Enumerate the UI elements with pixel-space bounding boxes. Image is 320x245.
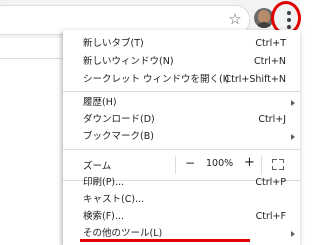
menu-item-new-tab[interactable]: 新しいタブ(T) Ctrl+T [63,35,300,53]
zoom-out-button[interactable]: − [185,156,195,170]
menu-item-shortcut: Ctrl+Shift+N [224,74,286,85]
highlight-underline [80,239,250,242]
fullscreen-corner [279,166,284,170]
menu-item-new-window[interactable]: 新しいウィンドウ(N) Ctrl+N [63,53,300,71]
submenu-arrow-icon [291,100,295,106]
zoom-label: ズーム [83,161,112,172]
zoom-divider [175,156,176,174]
zoom-divider [261,156,262,174]
menu-item-bookmarks[interactable]: ブックマーク(B) [63,128,300,146]
fullscreen-corner [272,166,277,170]
divider [0,58,62,59]
menu-item-cast[interactable]: キャスト(C)... [63,191,300,209]
menu-item-label: 検索(F)... [83,211,124,222]
menu-item-label: 印刷(P)... [83,177,125,188]
star-icon[interactable]: ☆ [226,10,244,28]
fullscreen-icon[interactable] [272,159,284,170]
zoom-level: 100% [206,158,234,169]
zoom-in-button[interactable]: + [244,155,255,170]
menu-item-shortcut: Ctrl+T [255,38,286,49]
menu-item-label: ブックマーク(B) [83,131,154,142]
menu-separator [63,149,300,150]
menu-item-history[interactable]: 履歴(H) [63,94,300,112]
menu-item-find[interactable]: 検索(F)... Ctrl+F [63,208,300,226]
menu-item-label: ダウンロード(D) [83,114,155,125]
page-content [0,38,62,245]
fullscreen-corner [279,159,284,163]
menu-item-shortcut: Ctrl+J [258,114,286,125]
menu-item-downloads[interactable]: ダウンロード(D) Ctrl+J [63,111,300,129]
menu-item-shortcut: Ctrl+P [255,177,286,188]
menu-item-print[interactable]: 印刷(P)... Ctrl+P [63,174,300,192]
menu-item-label: 新しいタブ(T) [83,38,144,49]
fullscreen-corner [272,159,277,163]
menu-item-shortcut: Ctrl+F [255,211,286,222]
chrome-menu: 新しいタブ(T) Ctrl+T 新しいウィンドウ(N) Ctrl+N シークレッ… [63,30,300,245]
menu-item-label: 新しいウィンドウ(N) [83,56,174,67]
submenu-arrow-icon [291,231,295,237]
menu-item-label: シークレット ウィンドウを開く(I) [83,74,230,85]
menu-separator [63,91,300,92]
menu-item-shortcut: Ctrl+N [254,56,286,67]
menu-item-label: キャスト(C)... [83,194,145,205]
submenu-arrow-icon [291,134,295,140]
menu-item-incognito[interactable]: シークレット ウィンドウを開く(I) Ctrl+Shift+N [63,71,300,89]
menu-item-label: 履歴(H) [83,97,117,108]
